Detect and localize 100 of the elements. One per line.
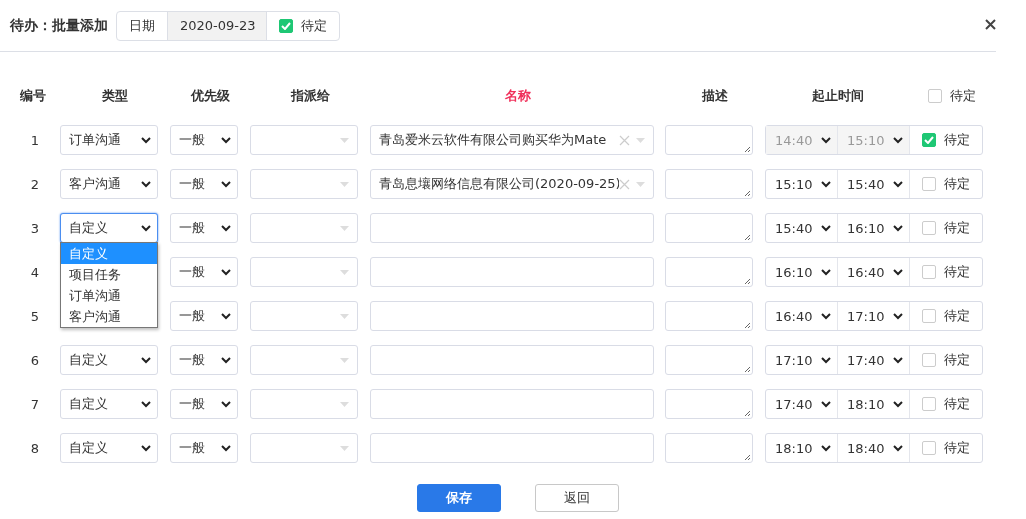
- description-field[interactable]: [665, 389, 753, 419]
- name-select[interactable]: [370, 213, 654, 243]
- assignee-select[interactable]: [250, 125, 358, 155]
- start-time-select[interactable]: 17:40: [766, 390, 838, 418]
- checkbox-label: 待定: [944, 131, 970, 149]
- chevron-down-icon: [821, 356, 831, 364]
- priority-select[interactable]: 一般: [170, 345, 238, 375]
- caret-icon: [340, 225, 349, 231]
- caret-icon: [340, 401, 349, 407]
- checkbox[interactable]: [922, 353, 936, 367]
- type-select[interactable]: 自定义: [60, 433, 158, 463]
- name-select[interactable]: 青岛息壤网络信息有限公司(2020-09-25): [370, 169, 654, 199]
- start-time-select[interactable]: 16:40: [766, 302, 838, 330]
- description-field[interactable]: [665, 301, 753, 331]
- chevron-down-icon: [221, 224, 231, 232]
- checkbox[interactable]: [922, 221, 936, 235]
- menu-option[interactable]: 项目任务: [61, 264, 157, 285]
- resize-grip-icon[interactable]: [743, 321, 751, 329]
- description-field[interactable]: [665, 169, 753, 199]
- checkbox[interactable]: [927, 89, 942, 103]
- clear-icon[interactable]: [619, 134, 630, 146]
- priority-select[interactable]: 一般: [170, 169, 238, 199]
- checkbox-label: 待定: [944, 395, 970, 413]
- chevron-down-icon: [141, 180, 151, 188]
- resize-grip-icon[interactable]: [743, 233, 751, 241]
- start-time-select[interactable]: 15:40: [766, 214, 838, 242]
- column-header: 类型: [102, 87, 128, 105]
- menu-option[interactable]: 客户沟通: [61, 306, 157, 327]
- start-time-select[interactable]: 17:10: [766, 346, 838, 374]
- resize-grip-icon[interactable]: [743, 453, 751, 461]
- name-select[interactable]: [370, 345, 654, 375]
- row-number: 4: [30, 264, 40, 280]
- priority-select[interactable]: 一般: [170, 213, 238, 243]
- assignee-select[interactable]: [250, 213, 358, 243]
- chevron-down-icon: [893, 224, 903, 232]
- date-field[interactable]: 2020-09-23: [168, 11, 267, 40]
- column-header: 编号: [20, 87, 46, 105]
- checkbox[interactable]: [922, 265, 936, 279]
- assignee-select[interactable]: [250, 301, 358, 331]
- resize-grip-icon[interactable]: [743, 365, 751, 373]
- resize-grip-icon[interactable]: [743, 277, 751, 285]
- description-field[interactable]: [665, 257, 753, 287]
- name-select[interactable]: [370, 433, 654, 463]
- checkbox[interactable]: [922, 397, 936, 411]
- checkbox-label: 待定: [944, 175, 970, 193]
- chevron-down-icon: [821, 444, 831, 452]
- type-select[interactable]: 自定义: [60, 345, 158, 375]
- chevron-down-icon: [893, 180, 903, 188]
- end-time-select[interactable]: 15:40: [838, 170, 910, 198]
- chevron-down-icon: [821, 400, 831, 408]
- caret-icon: [340, 137, 349, 143]
- chevron-down-icon: [893, 312, 903, 320]
- assignee-select[interactable]: [250, 345, 358, 375]
- description-field[interactable]: [665, 213, 753, 243]
- name-select[interactable]: [370, 301, 654, 331]
- assignee-select[interactable]: [250, 389, 358, 419]
- end-time-select[interactable]: 16:10: [838, 214, 910, 242]
- description-field[interactable]: [665, 345, 753, 375]
- resize-grip-icon[interactable]: [743, 409, 751, 417]
- clear-icon[interactable]: [619, 178, 630, 190]
- chevron-down-icon: [141, 224, 151, 232]
- assignee-select[interactable]: [250, 169, 358, 199]
- checkbox[interactable]: [922, 441, 936, 455]
- description-field[interactable]: [665, 125, 753, 155]
- end-time-select[interactable]: 17:10: [838, 302, 910, 330]
- start-time-select[interactable]: 16:10: [766, 258, 838, 286]
- end-time-select[interactable]: 18:40: [838, 434, 910, 462]
- end-time-select[interactable]: 17:40: [838, 346, 910, 374]
- start-time-select[interactable]: 15:10: [766, 170, 838, 198]
- resize-grip-icon[interactable]: [743, 189, 751, 197]
- type-select[interactable]: 自定义: [60, 389, 158, 419]
- assignee-select[interactable]: [250, 257, 358, 287]
- resize-grip-icon[interactable]: [743, 145, 751, 153]
- back-button[interactable]: 返回: [535, 484, 619, 512]
- checkbox[interactable]: [922, 309, 936, 323]
- caret-icon: [340, 269, 349, 275]
- name-select[interactable]: [370, 389, 654, 419]
- priority-select[interactable]: 一般: [170, 389, 238, 419]
- type-select[interactable]: 自定义: [60, 213, 158, 243]
- column-header: 优先级: [190, 87, 230, 105]
- assignee-select[interactable]: [250, 433, 358, 463]
- menu-option[interactable]: 订单沟通: [61, 285, 157, 306]
- close-icon[interactable]: [985, 19, 996, 30]
- description-field[interactable]: [665, 433, 753, 463]
- checkbox[interactable]: [922, 177, 936, 191]
- priority-select[interactable]: 一般: [170, 257, 238, 287]
- caret-icon: [636, 137, 645, 143]
- end-time-select[interactable]: 16:40: [838, 258, 910, 286]
- checkbox[interactable]: [279, 18, 293, 33]
- priority-select[interactable]: 一般: [170, 433, 238, 463]
- name-select[interactable]: [370, 257, 654, 287]
- end-time-select[interactable]: 18:10: [838, 390, 910, 418]
- save-button[interactable]: 保存: [417, 484, 501, 512]
- start-time-select[interactable]: 18:10: [766, 434, 838, 462]
- type-select[interactable]: 客户沟通: [60, 169, 158, 199]
- column-header: 名称: [504, 87, 531, 105]
- chevron-down-icon: [893, 268, 903, 276]
- priority-select[interactable]: 一般: [170, 301, 238, 331]
- row-number: 5: [30, 308, 40, 324]
- column-header: 指派给: [290, 87, 330, 105]
